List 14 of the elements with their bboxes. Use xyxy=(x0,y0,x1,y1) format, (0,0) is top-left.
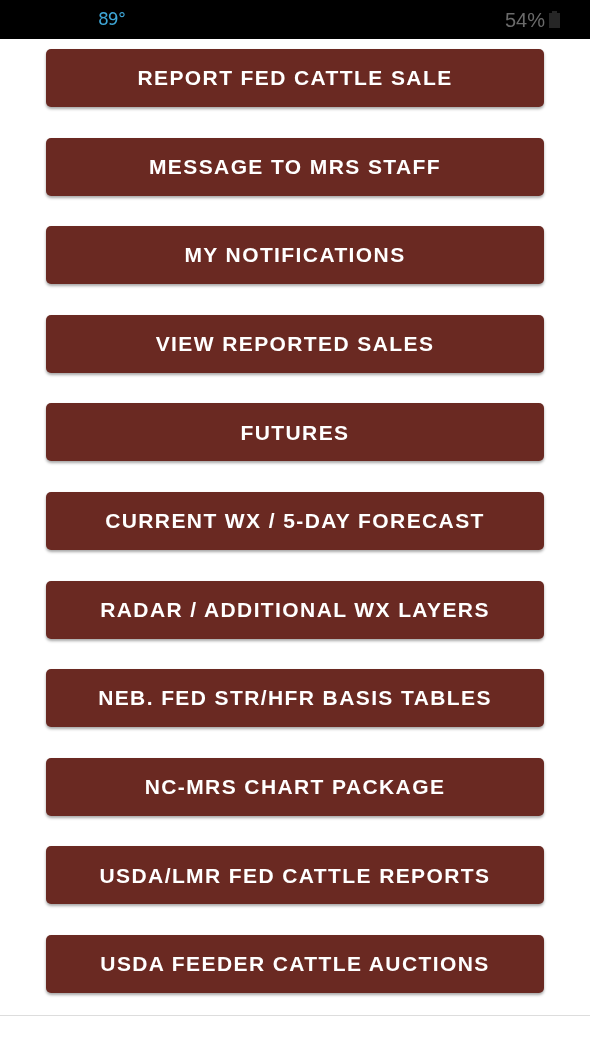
menu-button[interactable]: NC-MRS CHART PACKAGE xyxy=(46,757,544,816)
menu-button[interactable]: VIEW REPORTED SALES xyxy=(46,314,544,373)
menu-button[interactable]: NEB. FED STR/HFR BASIS TABLES xyxy=(46,669,544,728)
menu-button[interactable]: FUTURES xyxy=(46,403,544,462)
menu-button[interactable]: REPORT FED CATTLE SALE xyxy=(46,49,544,107)
temperature-text: 89° xyxy=(98,7,126,31)
menu-button[interactable]: RADAR / ADDITIONAL WX LAYERS xyxy=(46,580,544,639)
menu-button[interactable]: CURRENT WX / 5-DAY FORECAST xyxy=(46,491,544,550)
menu-button[interactable]: MESSAGE TO MRS STAFF xyxy=(46,137,544,196)
menu-button[interactable]: MY NOTIFICATIONS xyxy=(46,226,544,285)
menu-button[interactable]: USDA FEEDER CATTLE AUCTIONS xyxy=(46,934,544,993)
battery-text: 54% xyxy=(504,7,545,33)
menu-button[interactable]: USDA/LMR FED CATTLE REPORTS xyxy=(46,846,544,905)
battery-icon xyxy=(549,11,560,28)
